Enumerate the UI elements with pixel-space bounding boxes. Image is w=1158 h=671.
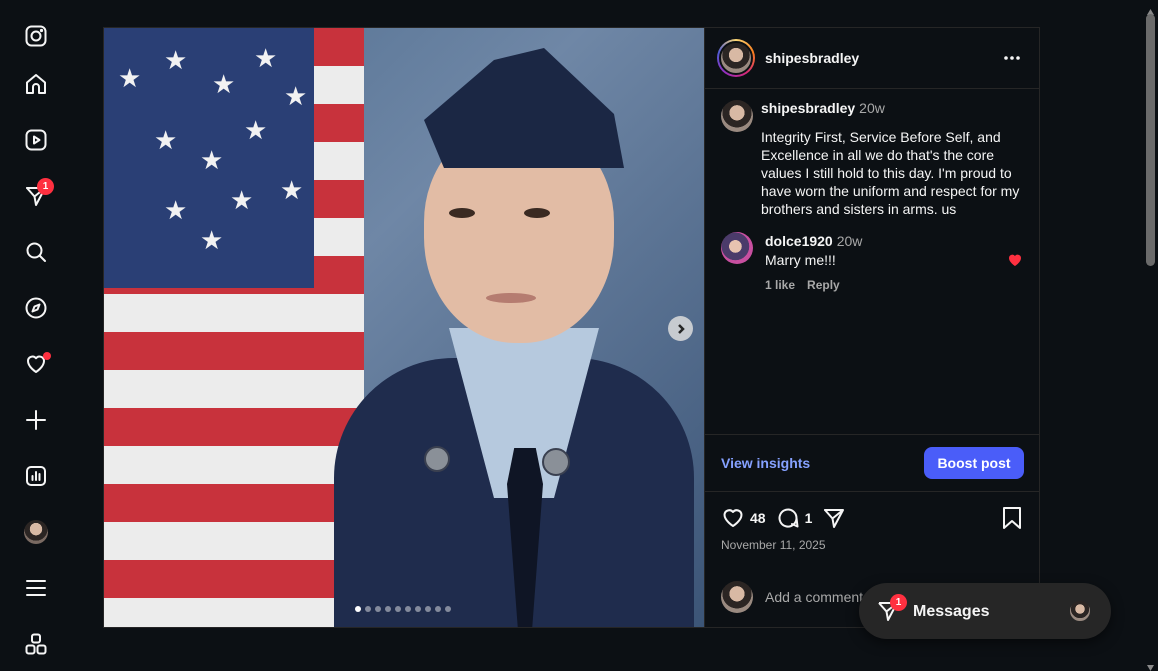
view-insights-link[interactable]: View insights	[721, 455, 810, 471]
post-dialog: ★ ★ ★ ★ ★ ★ ★ ★ ★ ★ ★ ★ shipesbradley sh…	[103, 27, 1040, 628]
carousel-dot	[425, 606, 431, 612]
post-actions: 48 1	[721, 506, 846, 530]
carousel-dot	[405, 606, 411, 612]
comment-like-button[interactable]	[1007, 252, 1023, 268]
share-icon	[824, 509, 845, 528]
messages-widget-badge: 1	[890, 594, 907, 611]
reels-icon[interactable]	[20, 124, 52, 156]
carousel-dot	[445, 606, 451, 612]
post-header: shipesbradley	[705, 28, 1040, 89]
comments-count[interactable]: 1	[805, 510, 813, 526]
messages-widget[interactable]: 1 Messages	[859, 583, 1111, 639]
dashboard-icon[interactable]	[20, 460, 52, 492]
likes-count[interactable]: 48	[750, 510, 766, 526]
messages-widget-avatar	[1068, 599, 1092, 623]
comment-button[interactable]: 1	[776, 506, 823, 530]
home-icon[interactable]	[20, 68, 52, 100]
chevron-right-icon	[677, 323, 685, 334]
add-comment-input[interactable]: Add a comment...	[765, 589, 875, 605]
commenter-avatar	[721, 581, 753, 613]
comment-reply-link[interactable]: Reply	[807, 278, 840, 292]
more-options-button[interactable]	[1001, 48, 1023, 68]
share-button[interactable]	[822, 506, 846, 530]
scroll-down-icon[interactable]	[1146, 659, 1155, 671]
heart-filled-icon	[1009, 254, 1021, 266]
page-scrollbar[interactable]	[1143, 0, 1158, 671]
more-dots-icon	[1004, 56, 1020, 60]
caption-avatar[interactable]	[721, 100, 753, 132]
caption-time[interactable]: 20w	[859, 100, 885, 116]
caption-text: Integrity First, Service Before Self, an…	[761, 129, 1020, 217]
carousel-dot	[385, 606, 391, 612]
carousel-next-button[interactable]	[668, 316, 693, 341]
comment-likes-link[interactable]: 1 like	[765, 278, 795, 292]
post-photo[interactable]: ★ ★ ★ ★ ★ ★ ★ ★ ★ ★ ★ ★	[104, 28, 704, 627]
comment-meta: 1 like Reply	[765, 278, 840, 292]
messages-widget-icon: 1	[876, 594, 907, 623]
boost-post-button[interactable]: Boost post	[924, 447, 1024, 479]
carousel-dot	[355, 606, 361, 612]
caption-header: shipesbradley 20w	[761, 100, 885, 118]
carousel-dot	[365, 606, 371, 612]
carousel-dot	[395, 606, 401, 612]
messages-icon[interactable]: 1	[20, 178, 54, 212]
messages-widget-label: Messages	[913, 603, 990, 620]
instagram-logo-icon[interactable]	[20, 20, 52, 52]
insights-row: View insights Boost post	[705, 434, 1040, 492]
post-date[interactable]: November 11, 2025	[721, 538, 826, 552]
scroll-up-icon[interactable]	[1146, 3, 1155, 15]
carousel-dot	[415, 606, 421, 612]
comment-avatar[interactable]	[721, 232, 753, 264]
notifications-icon[interactable]	[20, 348, 52, 380]
menu-icon[interactable]	[20, 572, 52, 604]
profile-avatar[interactable]	[20, 516, 52, 548]
carousel-dot	[375, 606, 381, 612]
bookmark-icon	[1003, 507, 1021, 529]
left-nav-rail: 1	[0, 0, 72, 671]
also-from-meta-icon[interactable]	[20, 628, 52, 660]
comment-header: dolce1920 20w	[765, 233, 862, 251]
author-avatar[interactable]	[717, 39, 755, 77]
author-username[interactable]: shipesbradley	[765, 50, 859, 66]
save-button[interactable]	[1001, 506, 1023, 535]
post-side-panel: shipesbradley shipesbradley 20w Integrity…	[704, 28, 1040, 627]
scrollbar-thumb[interactable]	[1146, 14, 1155, 266]
carousel-dot	[435, 606, 441, 612]
comment-text: Marry me!!!	[765, 252, 836, 268]
messages-badge: 1	[37, 178, 54, 195]
search-icon[interactable]	[20, 236, 52, 268]
like-button[interactable]: 48	[721, 506, 776, 530]
comment-icon	[778, 508, 799, 528]
portrait-subject	[224, 28, 704, 627]
explore-icon[interactable]	[20, 292, 52, 324]
notifications-dot	[43, 352, 51, 360]
create-icon[interactable]	[20, 404, 52, 436]
carousel-indicator	[355, 606, 451, 612]
heart-icon	[723, 509, 743, 527]
comment-time[interactable]: 20w	[837, 233, 863, 249]
caption-username[interactable]: shipesbradley	[761, 100, 855, 116]
comment-username[interactable]: dolce1920	[765, 233, 833, 249]
